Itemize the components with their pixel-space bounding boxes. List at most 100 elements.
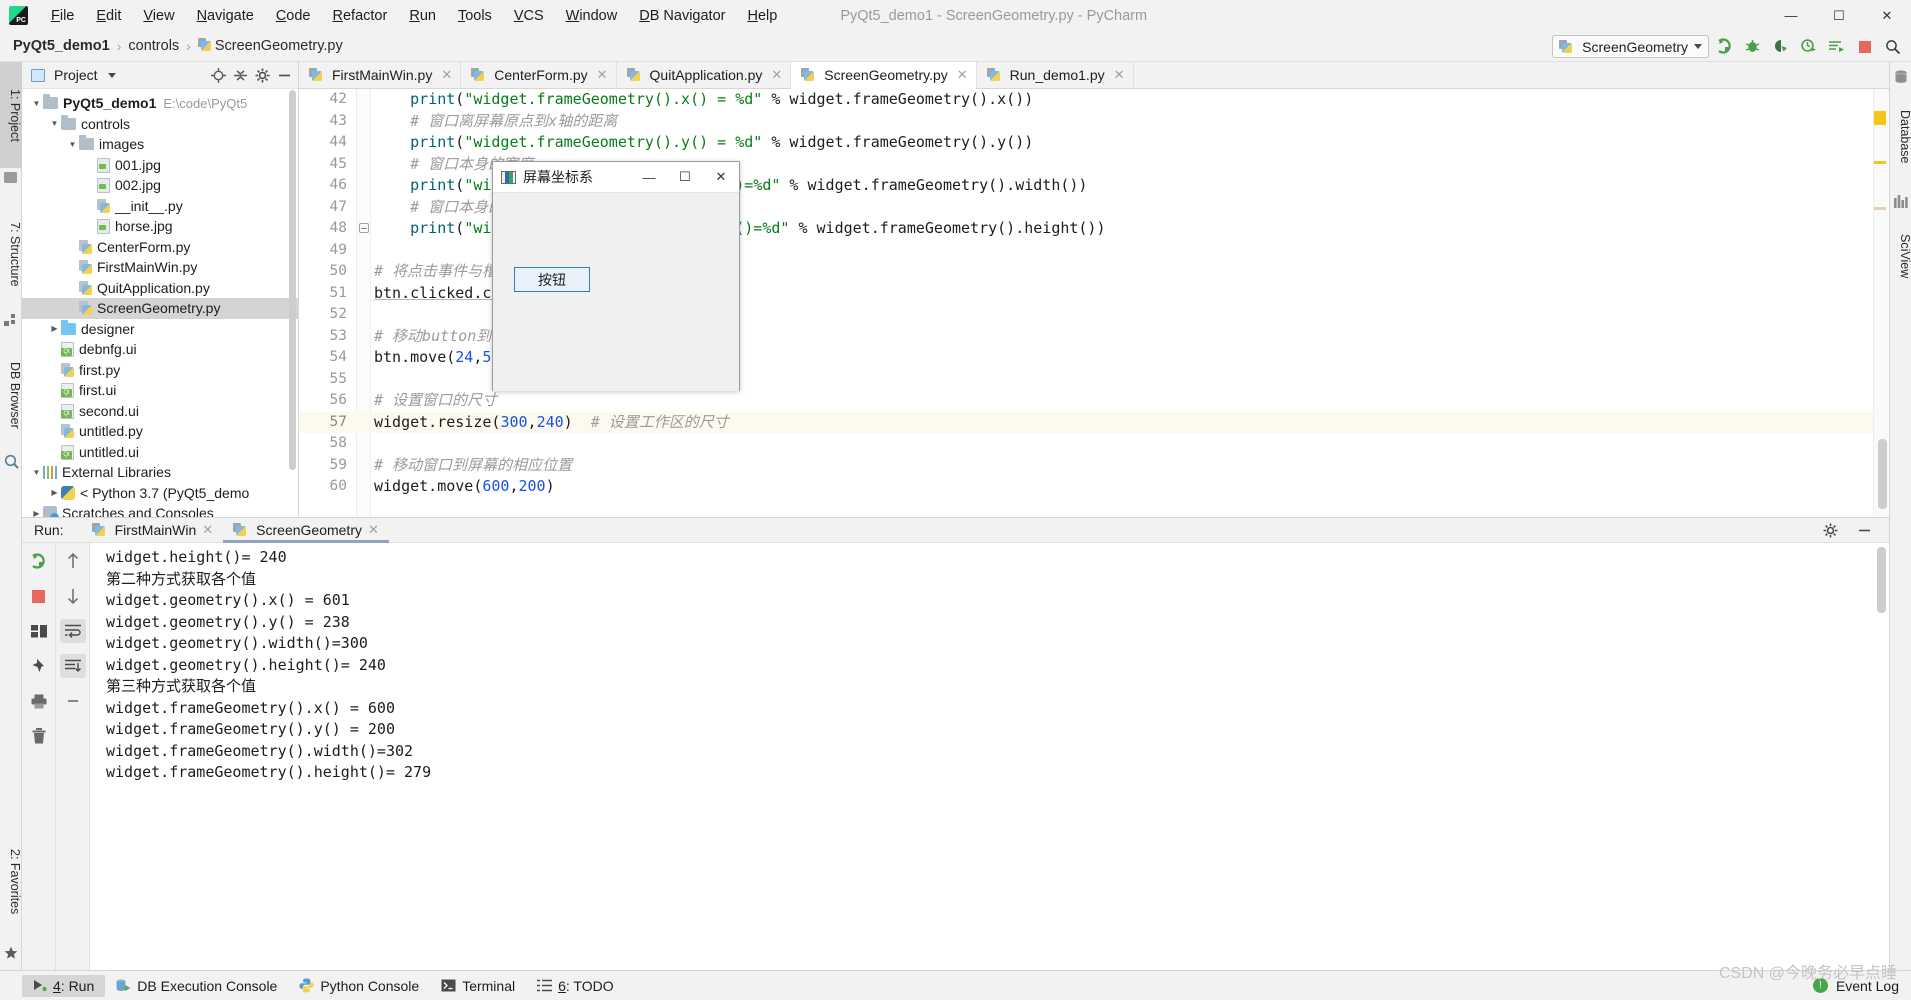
menu-item-run[interactable]: Run — [398, 5, 447, 27]
tree-item[interactable]: ▼ PyQt5_demo1 E:\code\PyQt5 — [22, 93, 298, 114]
tree-item[interactable]: ▶ designer — [22, 319, 298, 340]
chevron-down-icon[interactable] — [107, 72, 116, 78]
menu-item-view[interactable]: View — [132, 5, 185, 27]
tree-item[interactable]: 002.jpg — [22, 175, 298, 196]
editor-tab[interactable]: Run_demo1.py ✕ — [977, 62, 1134, 88]
status-bar-item-terminal[interactable]: Terminal — [430, 975, 526, 997]
tree-item[interactable]: ▼ controls — [22, 114, 298, 135]
fold-marker-icon[interactable] — [359, 223, 369, 233]
sidebar-item-structure[interactable]: 7: Structure — [0, 197, 22, 311]
chevron-down-icon[interactable]: ▼ — [48, 119, 61, 128]
tree-item[interactable]: untitled.py — [22, 421, 298, 442]
debug-icon[interactable] — [1740, 34, 1765, 59]
locate-icon[interactable] — [208, 65, 228, 85]
run-with-console-icon[interactable] — [1824, 34, 1849, 59]
tree-item[interactable]: second.ui — [22, 401, 298, 422]
tree-item[interactable]: ▼ External Libraries — [22, 462, 298, 483]
sidebar-item-db-browser[interactable]: DB Browser — [0, 340, 22, 450]
stop-icon[interactable] — [26, 584, 52, 608]
stop-icon[interactable] — [1852, 34, 1877, 59]
tab-close-icon[interactable]: ✕ — [368, 522, 379, 538]
menu-item-vcs[interactable]: VCS — [503, 5, 555, 27]
status-bar-item-python-console[interactable]: Python Console — [288, 975, 430, 997]
breadcrumb-item[interactable]: ScreenGeometry.py — [197, 38, 343, 54]
chevron-down-icon[interactable]: ▼ — [30, 99, 43, 108]
soft-wrap-icon[interactable] — [59, 619, 86, 643]
menu-item-code[interactable]: Code — [265, 5, 322, 27]
run-configuration-selector[interactable]: ScreenGeometry — [1552, 35, 1709, 58]
scroll-to-end-icon[interactable] — [59, 654, 86, 678]
event-log-label[interactable]: Event Log — [1836, 978, 1899, 994]
tab-close-icon[interactable]: ✕ — [957, 67, 968, 83]
status-bar-item-db-execution-console[interactable]: DB Execution Console — [105, 975, 288, 997]
tree-item[interactable]: 001.jpg — [22, 155, 298, 176]
run-tab[interactable]: FirstMainWin ✕ — [82, 517, 224, 543]
chevron-down-icon[interactable]: ▼ — [66, 140, 79, 149]
menu-item-edit[interactable]: Edit — [85, 5, 132, 27]
menu-item-db-navigator[interactable]: DB Navigator — [628, 5, 736, 27]
close-icon[interactable]: ✕ — [1863, 0, 1911, 31]
tree-item[interactable]: horse.jpg — [22, 216, 298, 237]
menu-item-tools[interactable]: Tools — [447, 5, 503, 27]
console-output[interactable]: widget.height()= 240 第二种方式获取各个值 widget.geo… — [90, 543, 1889, 970]
editor-tab[interactable]: ScreenGeometry.py ✕ — [791, 62, 977, 89]
search-everywhere-icon[interactable] — [1880, 34, 1905, 59]
qt-close-icon[interactable]: ✕ — [703, 162, 739, 192]
hide-panel-icon[interactable] — [1851, 518, 1877, 542]
settings-gear-icon[interactable] — [252, 65, 272, 85]
qt-minimize-icon[interactable]: — — [631, 162, 667, 192]
breadcrumb-item[interactable]: PyQt5_demo1 — [13, 38, 110, 54]
chevron-right-icon[interactable]: ▶ — [48, 324, 61, 333]
tree-item[interactable]: QuitApplication.py — [22, 278, 298, 299]
tab-close-icon[interactable]: ✕ — [202, 522, 213, 538]
tree-item[interactable]: FirstMainWin.py — [22, 257, 298, 278]
editor-marker-bar[interactable] — [1873, 89, 1889, 517]
profile-icon[interactable] — [1796, 34, 1821, 59]
tree-item[interactable]: untitled.ui — [22, 442, 298, 463]
menu-item-file[interactable]: File — [40, 5, 85, 27]
console-scrollbar[interactable] — [1877, 547, 1886, 613]
editor-tab[interactable]: QuitApplication.py ✕ — [617, 62, 792, 88]
tree-item[interactable]: ▶ < Python 3.7 (PyQt5_demo — [22, 483, 298, 504]
tab-close-icon[interactable]: ✕ — [771, 67, 782, 83]
sidebar-item-project[interactable]: 1: Project — [0, 62, 22, 168]
sidebar-item-favorites[interactable]: 2: Favorites — [0, 830, 22, 934]
scroll-down-icon[interactable] — [60, 584, 86, 608]
settings-gear-icon[interactable] — [1817, 518, 1843, 542]
status-bar-item-4-run[interactable]: 4: Run — [22, 974, 106, 997]
layout-icon[interactable] — [26, 619, 52, 643]
collapse-icon[interactable] — [60, 689, 86, 713]
collapse-all-icon[interactable] — [230, 65, 250, 85]
hide-panel-icon[interactable] — [274, 65, 294, 85]
menu-item-window[interactable]: Window — [555, 5, 629, 27]
tree-item[interactable]: ScreenGeometry.py — [22, 298, 298, 319]
menu-item-refactor[interactable]: Refactor — [322, 5, 399, 27]
tree-item[interactable]: __init__.py — [22, 196, 298, 217]
qt-maximize-icon[interactable]: ☐ — [667, 162, 703, 192]
coverage-icon[interactable] — [1768, 34, 1793, 59]
editor-tab[interactable]: CenterForm.py ✕ — [461, 62, 617, 88]
sidebar-item-database[interactable]: Database — [1890, 89, 1911, 185]
tab-close-icon[interactable]: ✕ — [1114, 67, 1125, 83]
tree-item[interactable]: first.py — [22, 360, 298, 381]
pin-icon[interactable] — [26, 654, 52, 678]
breadcrumb-item[interactable]: controls — [128, 38, 179, 54]
sidebar-item-sciview[interactable]: SciView — [1890, 214, 1911, 298]
chevron-right-icon[interactable]: ▶ — [48, 488, 61, 497]
tree-item[interactable]: first.ui — [22, 380, 298, 401]
chevron-down-icon[interactable]: ▼ — [30, 468, 43, 477]
editor-vertical-scrollbar[interactable] — [1878, 439, 1887, 509]
maximize-icon[interactable]: ☐ — [1815, 0, 1863, 31]
tree-item[interactable]: CenterForm.py — [22, 237, 298, 258]
run-tab[interactable]: ScreenGeometry ✕ — [223, 517, 389, 543]
qt-push-button[interactable]: 按钮 — [514, 267, 590, 292]
scroll-up-icon[interactable] — [60, 549, 86, 573]
status-bar-item-6-todo[interactable]: 6: TODO — [526, 975, 625, 997]
editor-tab[interactable]: FirstMainWin.py ✕ — [299, 62, 462, 88]
minimize-icon[interactable]: — — [1767, 0, 1815, 31]
tree-item[interactable]: debnfg.ui — [22, 339, 298, 360]
print-icon[interactable] — [26, 689, 52, 713]
run-icon[interactable] — [1712, 34, 1737, 59]
tab-close-icon[interactable]: ✕ — [441, 67, 452, 83]
menu-item-navigate[interactable]: Navigate — [186, 5, 265, 27]
